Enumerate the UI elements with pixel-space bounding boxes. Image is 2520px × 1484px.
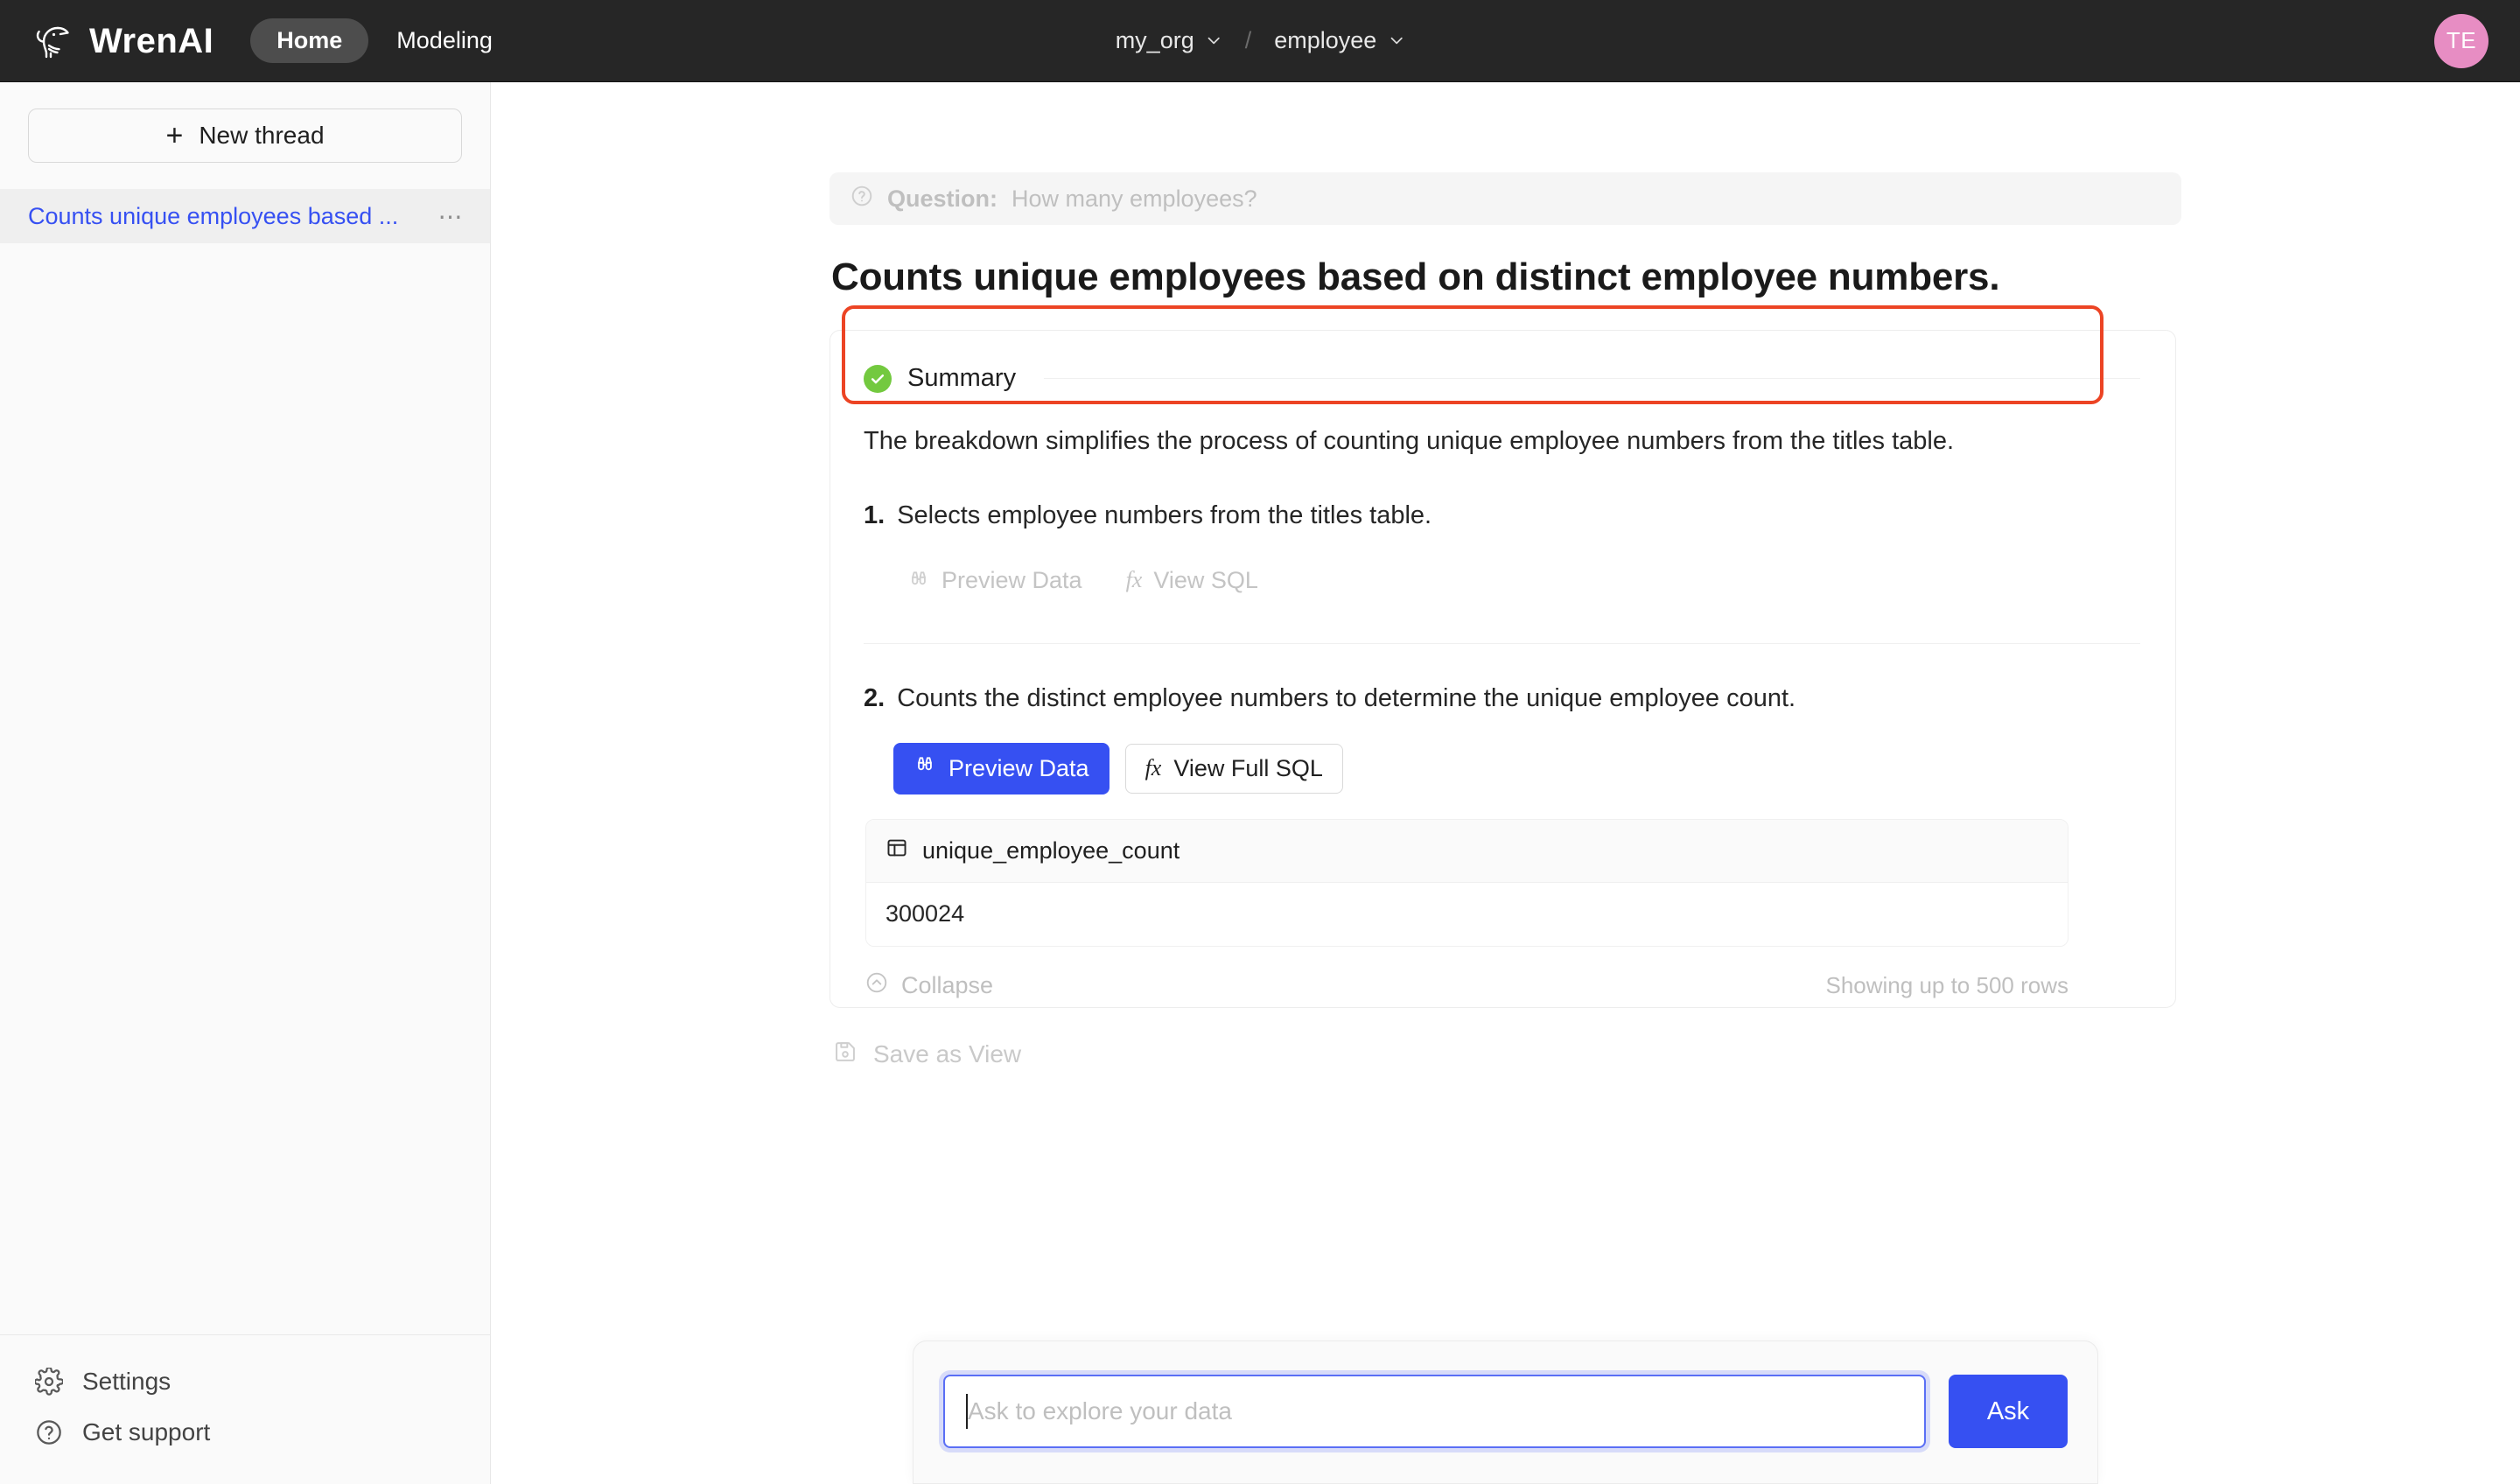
breadcrumb-project-selector[interactable]: my_org (1102, 20, 1236, 61)
sidebar-item-settings-label: Settings (82, 1368, 172, 1395)
sidebar: + New thread Counts unique employees bas… (0, 82, 491, 1484)
ask-input-wrapper (943, 1375, 1926, 1448)
check-circle-icon (864, 364, 892, 393)
answer-container: Question: How many employees? Counts uni… (830, 82, 2181, 1075)
step-1-actions: Preview Data fx View SQL (893, 560, 2140, 601)
question-circle-icon (850, 185, 873, 214)
summary-text: The breakdown simplifies the process of … (864, 427, 1955, 455)
step-2-view-full-sql-label: View Full SQL (1173, 754, 1323, 781)
binoculars-icon (914, 754, 936, 783)
step-1-preview-data-button[interactable]: Preview Data (893, 560, 1096, 601)
fx-icon: fx (1144, 755, 1162, 781)
thread-list-item[interactable]: Counts unique employees based ... ⋯ (0, 189, 490, 243)
collapse-label: Collapse (901, 971, 994, 998)
thread-title: Counts unique employees based ... (28, 202, 399, 229)
step-2-preview-data-label: Preview Data (948, 754, 1089, 781)
table-header-row: unique_employee_count (866, 819, 2068, 883)
summary-block: Summary The breakdown simplifies the pro… (830, 331, 2175, 461)
preview-data-table: unique_employee_count 300024 (865, 818, 2068, 947)
breadcrumb: my_org / employee (1102, 20, 1419, 61)
table-footer: Collapse Showing up to 500 rows (865, 971, 2068, 1007)
gear-icon (35, 1368, 63, 1396)
more-vertical-icon[interactable]: ⋯ (437, 202, 464, 231)
brand-name: WrenAI (89, 21, 214, 60)
rows-note: Showing up to 500 rows (1825, 971, 2068, 998)
answer-title: Counts unique employees based on distinc… (831, 256, 2000, 298)
table-cell-unique-employee-count: 300024 (886, 900, 965, 928)
ask-input[interactable] (943, 1375, 1926, 1448)
nav-item-modeling[interactable]: Modeling (377, 18, 512, 63)
sidebar-item-get-support[interactable]: Get support (0, 1407, 490, 1458)
step-1-number: 1. (864, 501, 886, 530)
main-content: Question: How many employees? Counts uni… (491, 82, 2520, 1484)
question-bar[interactable]: Question: How many employees? (830, 172, 2181, 225)
answer-result-card: Summary The breakdown simplifies the pro… (830, 305, 2176, 1008)
thread-list: Counts unique employees based ... ⋯ (0, 189, 490, 1334)
chevron-down-icon (1206, 32, 1222, 49)
thread-scroll-area[interactable]: Question: How many employees? Counts uni… (491, 82, 2520, 1484)
ask-button[interactable]: Ask (1949, 1375, 2068, 1448)
binoculars-icon (907, 569, 930, 592)
step-1-line: 1. Selects employee numbers from the tit… (864, 498, 2140, 534)
top-navigation-bar: WrenAI Home Modeling my_org / employee T… (0, 0, 2520, 82)
breadcrumb-dataset-selector[interactable]: employee (1260, 20, 1418, 61)
step-1-preview-data-label: Preview Data (942, 566, 1082, 593)
summary-title: Summary (907, 364, 1017, 392)
chevron-down-icon (1388, 32, 1404, 49)
question-circle-icon (35, 1418, 63, 1446)
table-column-icon (886, 836, 908, 865)
steps-list: 1. Selects employee numbers from the tit… (830, 461, 2175, 1006)
summary-divider (1044, 378, 2140, 379)
avatar[interactable]: TE (2434, 13, 2488, 68)
step-2-view-full-sql-button[interactable]: fx View Full SQL (1124, 743, 1343, 794)
step-2-number: 2. (864, 683, 886, 712)
save-disk-icon (833, 1040, 858, 1070)
table-column-header[interactable]: unique_employee_count (886, 836, 1180, 865)
step-2-description: Counts the distinct employee numbers to … (897, 683, 1796, 712)
wren-bird-logo-icon (32, 19, 75, 63)
step-item-2: 2. Counts the distinct employee numbers … (864, 642, 2140, 1007)
avatar-initials: TE (2446, 27, 2477, 53)
summary-header: Summary (864, 364, 2140, 393)
step-item-1: 1. Selects employee numbers from the tit… (864, 461, 2140, 601)
breadcrumb-project-label: my_org (1115, 27, 1194, 53)
ask-bar: Ask (913, 1340, 2098, 1484)
brand[interactable]: WrenAI (32, 19, 214, 63)
sidebar-header: + New thread (0, 82, 490, 163)
new-thread-button[interactable]: + New thread (28, 108, 462, 163)
text-caret (966, 1394, 968, 1429)
sidebar-footer: Settings Get support (0, 1334, 490, 1484)
save-as-view-label: Save as View (873, 1040, 1022, 1068)
collapse-button[interactable]: Collapse (865, 971, 993, 1000)
app-shell: + New thread Counts unique employees bas… (0, 82, 2520, 1484)
save-as-view-row: Save as View (830, 1034, 2181, 1075)
plus-icon: + (165, 119, 184, 152)
new-thread-label: New thread (199, 122, 325, 149)
breadcrumb-dataset-label: employee (1274, 27, 1377, 53)
step-1-view-sql-label: View SQL (1153, 566, 1258, 593)
question-label: Question: (887, 185, 998, 212)
fx-icon: fx (1125, 567, 1143, 593)
step-2-preview-data-button[interactable]: Preview Data (893, 742, 1110, 794)
breadcrumb-separator: / (1244, 27, 1252, 53)
table-column-header-label: unique_employee_count (922, 836, 1180, 864)
question-text: How many employees? (1012, 185, 1257, 212)
table-row: 300024 (866, 882, 2068, 946)
sidebar-item-settings[interactable]: Settings (0, 1356, 490, 1407)
step-1-view-sql-button[interactable]: fx View SQL (1112, 560, 1272, 601)
sidebar-item-get-support-label: Get support (82, 1418, 211, 1446)
chevron-up-circle-icon (865, 971, 888, 1000)
primary-nav: Home Modeling (250, 18, 512, 63)
save-as-view-button[interactable]: Save as View (830, 1034, 1025, 1075)
nav-item-home[interactable]: Home (250, 18, 369, 63)
step-1-description: Selects employee numbers from the titles… (897, 501, 1432, 530)
step-2-line: 2. Counts the distinct employee numbers … (864, 681, 2140, 717)
step-2-actions: Preview Data fx View Full SQL (893, 742, 2140, 794)
